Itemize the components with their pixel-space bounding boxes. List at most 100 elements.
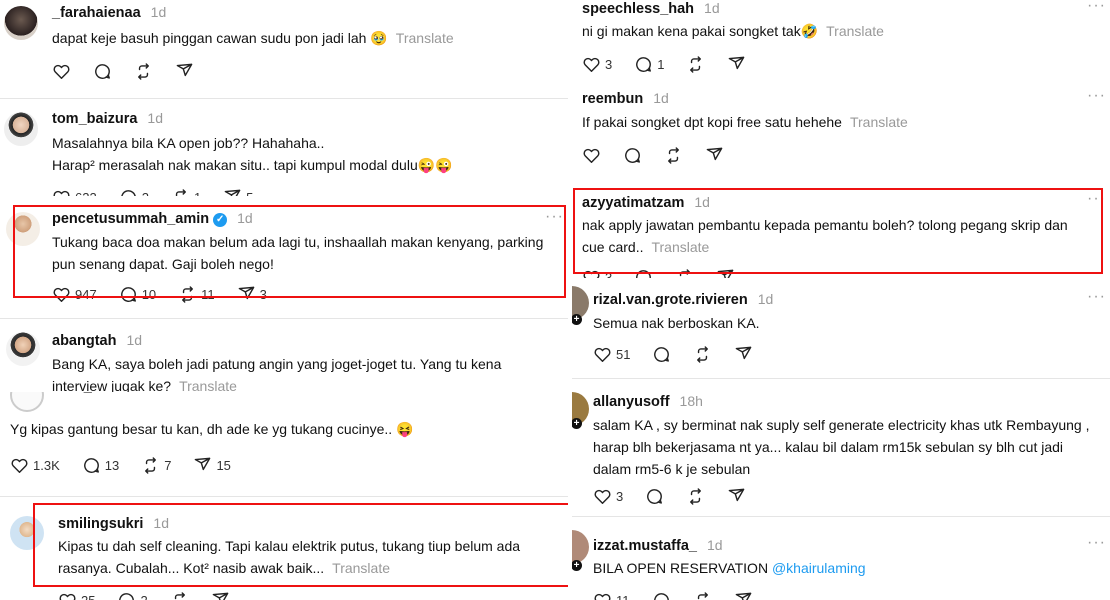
more-icon[interactable]: ··· <box>1087 0 1106 15</box>
share-button[interactable] <box>211 591 230 600</box>
translate-link[interactable]: Translate <box>179 378 237 392</box>
translate-link[interactable]: Translate <box>826 23 884 39</box>
post-text: Semua nak berboskan KA. <box>593 315 760 331</box>
like-button[interactable]: 1.3K <box>10 456 60 475</box>
like-count: 622 <box>75 190 97 196</box>
mention-link[interactable]: @khairulaming <box>772 560 866 576</box>
timestamp: 1d <box>653 90 669 106</box>
action-bar: 25 2 <box>58 591 252 600</box>
heart-icon <box>593 487 612 506</box>
username[interactable]: reembun <box>582 91 643 107</box>
reply-count: 2 <box>142 190 149 196</box>
like-button[interactable]: 622 <box>52 188 97 196</box>
like-button[interactable]: 51 <box>593 345 630 364</box>
username[interactable]: rizal.van.grote.rivieren <box>593 292 748 308</box>
repost-icon <box>686 55 705 74</box>
heart-icon <box>593 591 612 600</box>
divider <box>572 378 1110 379</box>
post-text: ni gi makan kena pakai songket tak🤣 Trans… <box>582 23 884 39</box>
username[interactable]: _farahaienaa <box>52 5 141 21</box>
reply-button[interactable]: 1 <box>634 55 664 74</box>
follow-plus-icon[interactable]: + <box>572 418 582 429</box>
comment-icon <box>634 55 653 74</box>
repost-icon <box>693 591 712 600</box>
share-button[interactable] <box>727 55 746 74</box>
repost-icon <box>170 591 189 600</box>
username[interactable]: didi_anna87 <box>58 392 142 395</box>
share-button[interactable] <box>705 146 724 165</box>
username[interactable]: speechless_hah <box>582 1 694 17</box>
divider <box>0 318 568 319</box>
timestamp: 1d <box>704 0 720 16</box>
repost-button[interactable] <box>693 345 712 364</box>
share-button[interactable] <box>734 591 753 600</box>
follow-plus-icon[interactable]: + <box>572 314 582 325</box>
like-button[interactable]: 25 <box>58 591 95 600</box>
avatar[interactable] <box>4 6 38 40</box>
reply-button[interactable]: 13 <box>82 456 119 475</box>
share-icon <box>705 146 724 165</box>
divider <box>572 516 1110 517</box>
username[interactable]: tom_baizura <box>52 111 137 127</box>
repost-button[interactable]: 7 <box>141 456 171 475</box>
heart-icon <box>582 146 601 165</box>
repost-button[interactable] <box>170 591 189 600</box>
username[interactable]: abangtah <box>52 333 116 349</box>
reply-button[interactable] <box>652 591 671 600</box>
repost-count: 7 <box>164 458 172 473</box>
repost-button[interactable]: 1 <box>171 188 201 196</box>
repost-button[interactable] <box>693 591 712 600</box>
username[interactable]: allanyusoff <box>593 394 670 410</box>
avatar[interactable] <box>572 530 589 564</box>
like-button[interactable]: 11 <box>593 591 630 600</box>
avatar[interactable] <box>6 332 40 366</box>
share-button[interactable] <box>727 487 746 506</box>
follow-plus-icon[interactable]: + <box>572 560 582 571</box>
action-bar: 3 <box>593 487 768 506</box>
highlight-box <box>33 503 568 587</box>
comment-icon <box>117 591 136 600</box>
timestamp: 1d <box>757 291 774 307</box>
like-button[interactable] <box>52 62 71 81</box>
highlight-box <box>573 188 1103 274</box>
username[interactable]: izzat.mustaffa_ <box>593 538 697 554</box>
like-button[interactable] <box>582 146 601 165</box>
repost-button[interactable] <box>664 146 683 165</box>
share-count: 15 <box>216 458 231 473</box>
more-icon[interactable]: ··· <box>1087 288 1106 306</box>
avatar[interactable] <box>4 112 38 146</box>
share-icon <box>734 591 753 600</box>
reply-button[interactable]: 2 <box>119 188 149 196</box>
repost-button[interactable] <box>134 62 153 81</box>
more-icon[interactable]: ··· <box>1087 87 1106 105</box>
share-button[interactable]: 15 <box>193 456 231 475</box>
reply-button[interactable] <box>645 487 664 506</box>
share-button[interactable]: 5 <box>223 188 253 196</box>
more-icon[interactable]: ··· <box>1087 534 1106 552</box>
reply-button[interactable] <box>652 345 671 364</box>
reply-button[interactable] <box>93 62 112 81</box>
right-segment-c: + rizal.van.grote.rivieren 1d ··· Semua n… <box>572 280 1110 600</box>
heart-icon <box>58 591 77 600</box>
post-text: If pakai songket dpt kopi free satu hehe… <box>582 114 908 130</box>
reply-post: + allanyusoff 18h salam KA , sy berminat … <box>572 384 1110 504</box>
like-count: 51 <box>616 347 631 362</box>
share-button[interactable] <box>734 345 753 364</box>
translate-link[interactable]: Translate <box>396 30 454 46</box>
avatar[interactable] <box>10 392 44 412</box>
reply-button[interactable] <box>623 146 642 165</box>
reply-post: + rizal.van.grote.rivieren 1d ··· Semua n… <box>572 280 1110 378</box>
repost-icon <box>693 345 712 364</box>
action-bar <box>582 146 746 165</box>
timestamp: 1d <box>147 110 163 126</box>
like-button[interactable]: 3 <box>593 487 623 506</box>
like-button[interactable]: 3 <box>582 55 612 74</box>
share-button[interactable] <box>175 62 194 81</box>
heart-icon <box>10 456 29 475</box>
reply-post: tom_baizura 1d Masalahnya bila KA open jo… <box>0 104 568 196</box>
translate-link[interactable]: Translate <box>850 114 908 130</box>
repost-button[interactable] <box>686 55 705 74</box>
repost-button[interactable] <box>686 487 705 506</box>
post-text: dapat keje basuh pinggan cawan sudu pon … <box>52 30 454 46</box>
reply-button[interactable]: 2 <box>117 591 148 600</box>
